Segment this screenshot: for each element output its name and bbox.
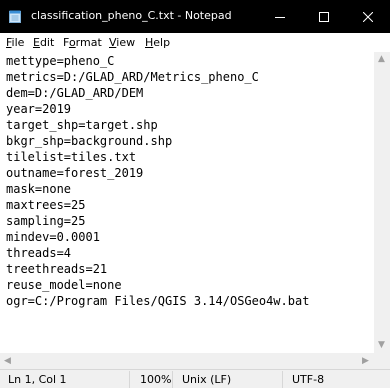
title-bar[interactable]: classification_pheno_C.txt - Notepad xyxy=(0,0,390,33)
scroll-down-icon[interactable]: ▼ xyxy=(378,341,385,350)
scroll-left-icon[interactable]: ◀ xyxy=(4,357,11,366)
menu-bar: File Edit Format View Help xyxy=(0,33,390,52)
minimize-icon xyxy=(275,16,285,18)
text-line: year=2019 xyxy=(6,102,72,116)
minimize-button[interactable] xyxy=(258,0,302,33)
text-line: tilelist=tiles.txt xyxy=(6,150,137,164)
text-line: bkgr_shp=background.shp xyxy=(6,134,173,148)
text-line: treethreads=21 xyxy=(6,262,108,276)
scroll-up-icon[interactable]: ▲ xyxy=(378,55,385,64)
zoom-level: 100% xyxy=(140,373,172,386)
menu-view[interactable]: View xyxy=(109,36,135,50)
close-icon xyxy=(363,11,373,22)
text-line: threads=4 xyxy=(6,246,72,260)
menu-help[interactable]: Help xyxy=(145,36,170,50)
line-ending: Unix (LF) xyxy=(182,373,232,386)
menu-format[interactable]: Format xyxy=(63,36,102,50)
scrollbar-corner xyxy=(374,353,390,369)
status-bar: Ln 1, Col 1 100% Unix (LF) UTF-8 xyxy=(0,369,390,388)
text-line: mindev=0.0001 xyxy=(6,230,100,244)
menu-edit[interactable]: Edit xyxy=(33,36,54,50)
text-line: maxtrees=25 xyxy=(6,198,86,212)
text-line: reuse_model=none xyxy=(6,278,122,292)
text-line: metrics=D:/GLAD_ARD/Metrics_pheno_C xyxy=(6,70,259,84)
text-line: mettype=pheno_C xyxy=(6,54,115,68)
notepad-window: classification_pheno_C.txt - Notepad Fil… xyxy=(0,0,390,388)
maximize-button[interactable] xyxy=(302,0,346,33)
text-line: ogr=C:/Program Files/QGIS 3.14/OSGeo4w.b… xyxy=(6,294,310,308)
text-line: sampling=25 xyxy=(6,214,86,228)
status-divider xyxy=(282,371,283,388)
vertical-scrollbar[interactable]: ▲ ▼ xyxy=(374,52,390,353)
horizontal-scrollbar[interactable]: ◀ ▶ xyxy=(0,353,374,369)
window-title: classification_pheno_C.txt - Notepad xyxy=(31,9,232,22)
scroll-right-icon[interactable]: ▶ xyxy=(362,357,369,366)
status-divider xyxy=(129,371,130,388)
text-line: mask=none xyxy=(6,182,72,196)
text-line: dem=D:/GLAD_ARD/DEM xyxy=(6,86,144,100)
notepad-icon xyxy=(9,10,21,23)
encoding: UTF-8 xyxy=(292,373,325,386)
status-divider xyxy=(172,371,173,388)
close-button[interactable] xyxy=(346,0,390,33)
cursor-position: Ln 1, Col 1 xyxy=(8,373,67,386)
menu-file[interactable]: File xyxy=(6,36,24,50)
text-editor[interactable]: mettype=pheno_C metrics=D:/GLAD_ARD/Metr… xyxy=(0,52,374,353)
text-line: outname=forest_2019 xyxy=(6,166,144,180)
maximize-icon xyxy=(319,11,329,22)
text-line: target_shp=target.shp xyxy=(6,118,158,132)
